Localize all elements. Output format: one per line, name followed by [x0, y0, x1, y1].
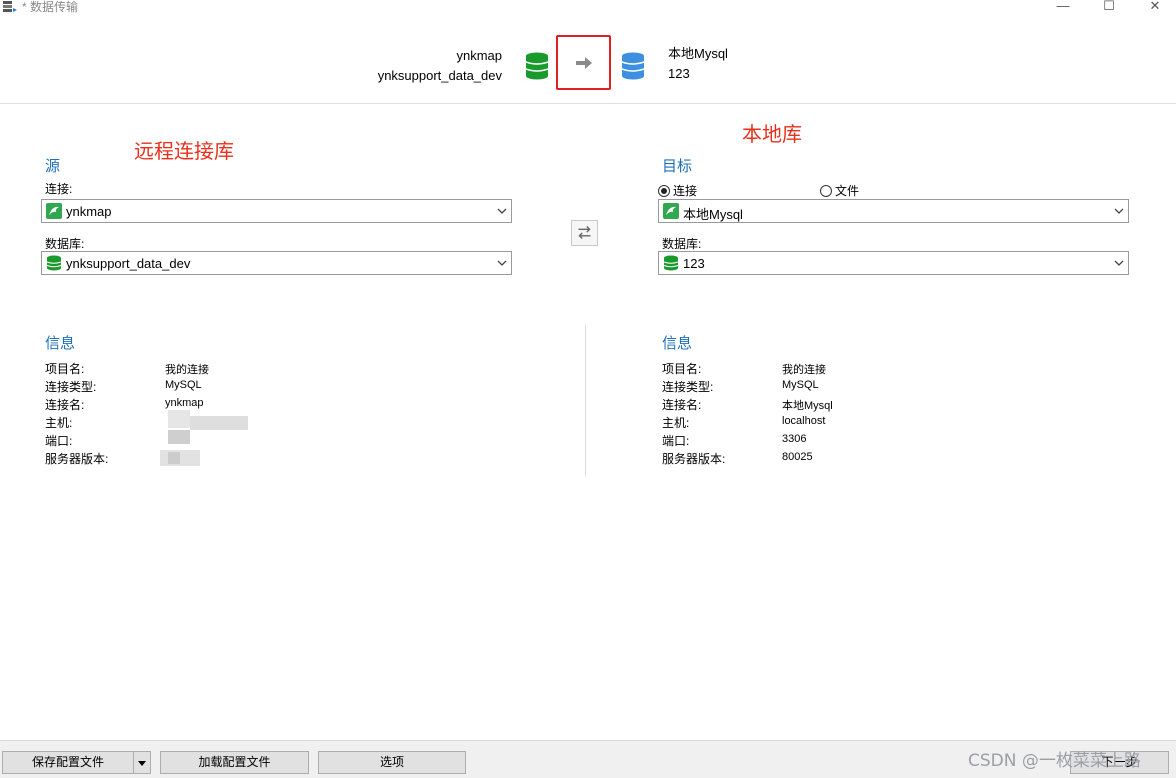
radio-file-label: 文件	[835, 184, 860, 198]
database-icon	[46, 255, 62, 271]
source-connection-select[interactable]: ynkmap	[41, 199, 512, 223]
window-title: * 数据传输	[22, 0, 79, 14]
save-config-dropdown[interactable]	[133, 751, 151, 774]
source-info-value: 我的连接	[165, 364, 209, 376]
target-summary: 本地Mysql 123	[668, 44, 728, 84]
caret-down-icon	[138, 761, 146, 766]
radio-unselected-indicator	[820, 185, 832, 197]
csdn-watermark: CSDN @一枚菜菜上路	[968, 751, 1141, 771]
source-info-title: 信息	[45, 335, 76, 352]
target-info-key: 项目名:	[662, 362, 702, 376]
source-info-key: 端口:	[45, 434, 73, 448]
arrow-right-icon	[576, 57, 592, 69]
title-bar: * 数据传输 — ☐ ✕	[0, 0, 1176, 24]
minimize-button[interactable]: —	[1040, 0, 1086, 14]
source-summary: ynkmap ynksupport_data_dev	[378, 46, 502, 86]
source-database-icon	[525, 52, 549, 80]
source-info-value: MySQL	[165, 379, 202, 391]
target-connection-value: 本地Mysql	[683, 207, 743, 222]
options-button[interactable]: 选项	[318, 751, 466, 774]
target-database-select[interactable]: 123	[658, 251, 1129, 275]
transfer-header: ynkmap ynksupport_data_dev 本地Mysql 123	[0, 24, 1176, 104]
remote-annotation: 远程连接库	[134, 139, 234, 163]
mysql-connection-icon	[663, 203, 679, 219]
source-info-key: 连接类型:	[45, 380, 97, 394]
target-info-value: 3306	[782, 433, 807, 445]
target-summary-database: 123	[668, 66, 690, 81]
source-connection-label: 连接:	[45, 182, 73, 196]
source-info-key: 服务器版本:	[45, 452, 109, 466]
target-info-value: 80025	[782, 451, 813, 463]
maximize-button[interactable]: ☐	[1086, 0, 1132, 14]
target-section-title: 目标	[662, 158, 693, 175]
radio-connection-label: 连接	[673, 184, 698, 198]
radio-target-connection[interactable]: 连接	[658, 182, 697, 199]
data-transfer-icon	[3, 1, 17, 12]
target-info-value: localhost	[782, 415, 826, 427]
target-info-key: 连接名:	[662, 398, 702, 412]
target-info-value: 我的连接	[782, 364, 826, 376]
target-info-key: 服务器版本:	[662, 452, 726, 466]
source-info-key: 连接名:	[45, 398, 85, 412]
swap-button[interactable]	[571, 220, 598, 246]
source-database-select[interactable]: ynksupport_data_dev	[41, 251, 512, 275]
target-info-key: 连接类型:	[662, 380, 714, 394]
target-database-icon	[621, 52, 645, 80]
load-config-button[interactable]: 加载配置文件	[160, 751, 309, 774]
target-info-title: 信息	[662, 335, 693, 352]
transfer-direction-box	[556, 35, 611, 90]
save-config-button[interactable]: 保存配置文件	[2, 751, 134, 774]
swap-arrows-icon	[578, 226, 591, 240]
source-summary-database: ynksupport_data_dev	[377, 68, 502, 83]
source-connection-value: ynkmap	[66, 204, 112, 219]
close-button[interactable]: ✕	[1132, 0, 1176, 14]
target-database-value: 123	[683, 256, 705, 271]
chevron-down-icon	[497, 260, 507, 266]
local-annotation: 本地库	[742, 122, 802, 146]
source-section-title: 源	[45, 158, 61, 175]
mysql-connection-icon	[46, 203, 62, 219]
chevron-down-icon	[497, 208, 507, 214]
target-info-key: 主机:	[662, 416, 690, 430]
source-info-value: ynkmap	[165, 397, 204, 409]
source-info-key: 主机:	[45, 416, 73, 430]
target-connection-select[interactable]: 本地Mysql	[658, 199, 1129, 223]
target-info-value: MySQL	[782, 379, 819, 391]
source-summary-connection: ynkmap	[456, 48, 502, 63]
section-divider	[585, 325, 586, 476]
radio-selected-indicator	[658, 185, 670, 197]
target-info-value: 本地Mysql	[782, 400, 833, 412]
source-info-key: 项目名:	[45, 362, 85, 376]
radio-target-file[interactable]: 文件	[820, 182, 859, 199]
source-database-label: 数据库:	[45, 237, 85, 251]
target-info-key: 端口:	[662, 434, 690, 448]
target-database-label: 数据库:	[662, 237, 702, 251]
chevron-down-icon	[1114, 260, 1124, 266]
target-summary-connection: 本地Mysql	[668, 46, 728, 61]
source-database-value: ynksupport_data_dev	[66, 256, 191, 271]
database-icon	[663, 255, 679, 271]
chevron-down-icon	[1114, 208, 1124, 214]
